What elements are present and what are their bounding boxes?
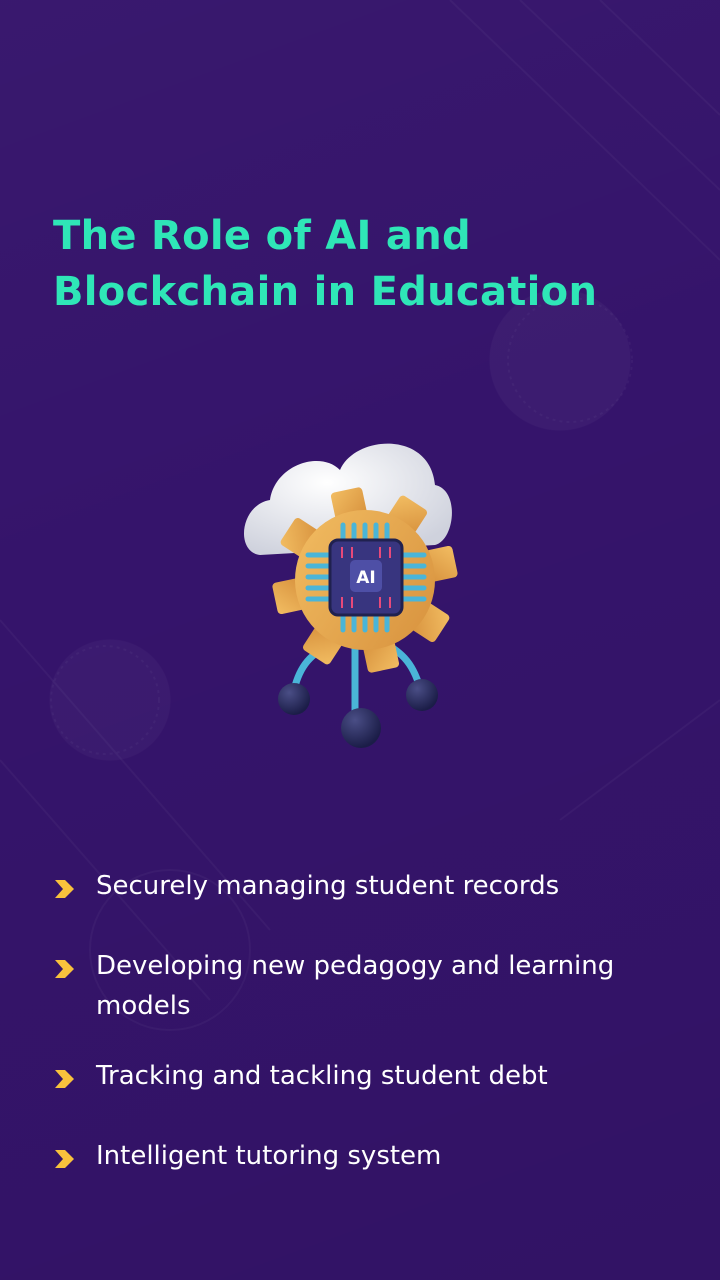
- chip-label: AI: [356, 568, 375, 588]
- list-item: Developing new pedagogy and learning mod…: [52, 946, 692, 1026]
- chevron-right-icon: [55, 960, 74, 978]
- title-line-2: Blockchain in Education: [53, 269, 598, 315]
- page-title: The Role of AI and Blockchain in Educati…: [53, 208, 673, 320]
- chevron-right-icon: [55, 880, 74, 898]
- list-item: Intelligent tutoring system: [52, 1136, 692, 1176]
- list-item-text: Tracking and tackling student debt: [96, 1061, 548, 1091]
- list-item-text: Securely managing student records: [96, 871, 560, 901]
- chevron-right-icon: [55, 1150, 74, 1168]
- infographic-page: The Role of AI and Blockchain in Educati…: [0, 0, 720, 1280]
- ai-gear-illustration: AI: [243, 443, 458, 748]
- circuit-nodes-icon: [278, 636, 438, 748]
- benefits-list: Securely managing student records Develo…: [52, 866, 692, 1176]
- list-item-text: Intelligent tutoring system: [96, 1141, 442, 1171]
- title-line-1: The Role of AI and: [53, 213, 471, 259]
- list-item: Securely managing student records: [52, 866, 692, 906]
- list-item: Tracking and tackling student debt: [52, 1056, 692, 1096]
- chevron-right-icon: [55, 1070, 74, 1088]
- list-item-text: Developing new pedagogy and learning mod…: [96, 951, 615, 1021]
